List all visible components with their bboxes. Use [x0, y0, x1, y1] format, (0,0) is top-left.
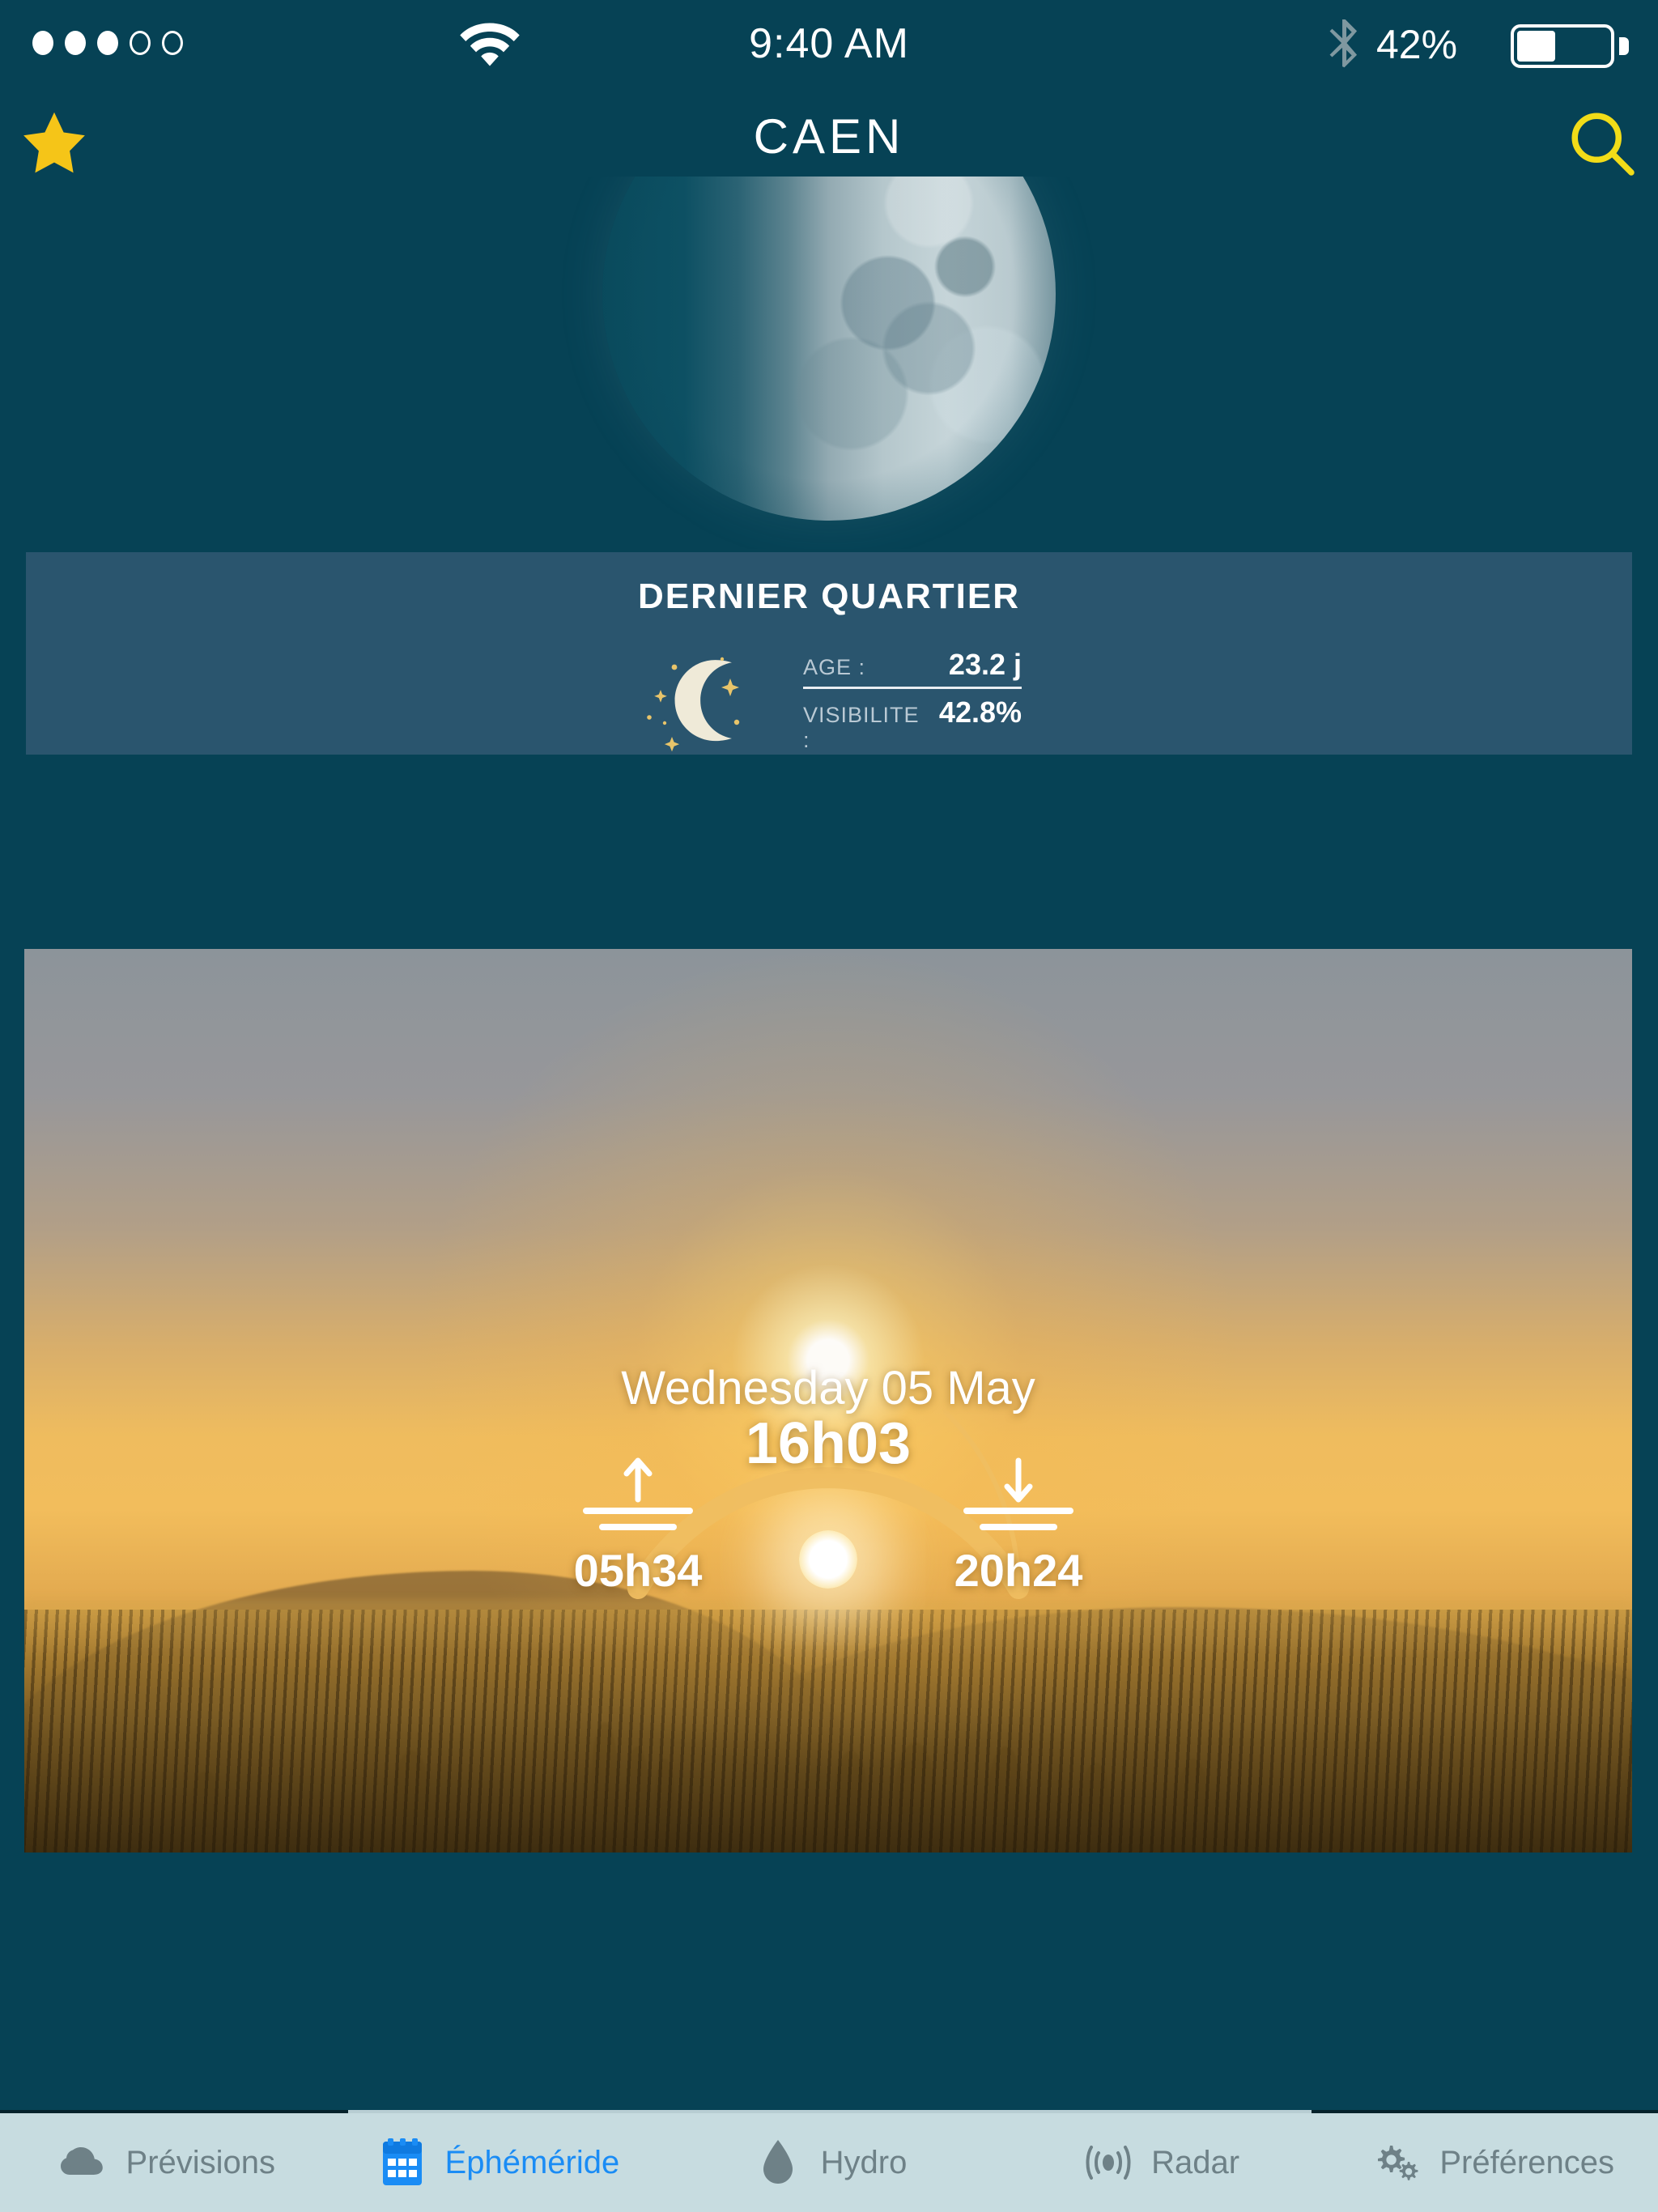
moon-age-value: 23.2 j: [948, 648, 1022, 681]
moon-info-panel: DERNIER QUARTIER AGE : 23.2 j VISIBILITE…: [26, 552, 1632, 755]
bluetooth-icon: [1329, 19, 1358, 68]
sun-current-time: 16h03: [745, 1411, 912, 1476]
tab-bar-active-border: [348, 2110, 1312, 2113]
moon-photo: [0, 177, 1658, 549]
tab-radar[interactable]: Radar: [995, 2113, 1327, 2212]
tab-label-preferences: Préférences: [1439, 2144, 1614, 2180]
search-icon[interactable]: [1566, 107, 1639, 180]
moon-visibility-row: VISIBILITE : 42.8%: [803, 689, 1022, 753]
tab-label-ephemeride: Éphéméride: [444, 2144, 620, 2180]
sun-date-label: Wednesday 05 May: [621, 1362, 1035, 1414]
crescent-moon-icon: [647, 657, 740, 752]
app-root: 9:40 AM 42% CAEN DERNIER QUARTIER AGE: …: [0, 0, 1658, 2212]
tab-ephemeride[interactable]: Éphéméride: [332, 2113, 664, 2212]
sunset-arrow-down-icon: [963, 1457, 1073, 1530]
sunrise-time: 05h34: [573, 1545, 703, 1596]
moon-disc: [602, 177, 1056, 521]
droplet-icon: [751, 2136, 805, 2189]
tab-hydro[interactable]: Hydro: [663, 2113, 995, 2212]
calendar-icon: [376, 2136, 429, 2189]
tab-label-radar: Radar: [1151, 2144, 1240, 2180]
page-title: CAEN: [753, 109, 905, 164]
sun-photo-card: Wednesday 05 May 16h03 05h34 20h24: [24, 949, 1632, 1853]
moon-phase-name: DERNIER QUARTIER: [637, 576, 1021, 616]
moon-visibility-label: VISIBILITE :: [803, 703, 920, 752]
cloud-icon: [57, 2136, 110, 2189]
sunset-time: 20h24: [954, 1545, 1083, 1596]
status-bar: 9:40 AM 42%: [0, 0, 1658, 89]
tab-previsions[interactable]: Prévisions: [0, 2113, 332, 2212]
sunrise-block: 05h34: [565, 1449, 711, 1597]
sunset-block: 20h24: [946, 1449, 1091, 1597]
tab-label-hydro: Hydro: [820, 2144, 908, 2180]
moon-age-label: AGE :: [803, 655, 866, 679]
battery-nub-icon: [1619, 37, 1629, 55]
moon-visibility-value: 42.8%: [938, 696, 1022, 729]
sunrise-arrow-up-icon: [583, 1457, 693, 1530]
sun-arc-graphic: Wednesday 05 May 16h03 05h34 20h24: [24, 949, 1632, 1853]
tab-label-previsions: Prévisions: [125, 2144, 276, 2180]
gears-icon: [1370, 2136, 1423, 2189]
radar-icon: [1082, 2136, 1135, 2189]
battery-icon: [1511, 24, 1614, 68]
moon-age-row: AGE : 23.2 j: [803, 648, 1022, 689]
tab-preferences[interactable]: Préférences: [1326, 2113, 1658, 2212]
battery-percent-label: 42%: [1376, 22, 1458, 67]
tab-bar: Prévisions Éphéméride Hydro Radar Préfér…: [0, 2110, 1658, 2212]
